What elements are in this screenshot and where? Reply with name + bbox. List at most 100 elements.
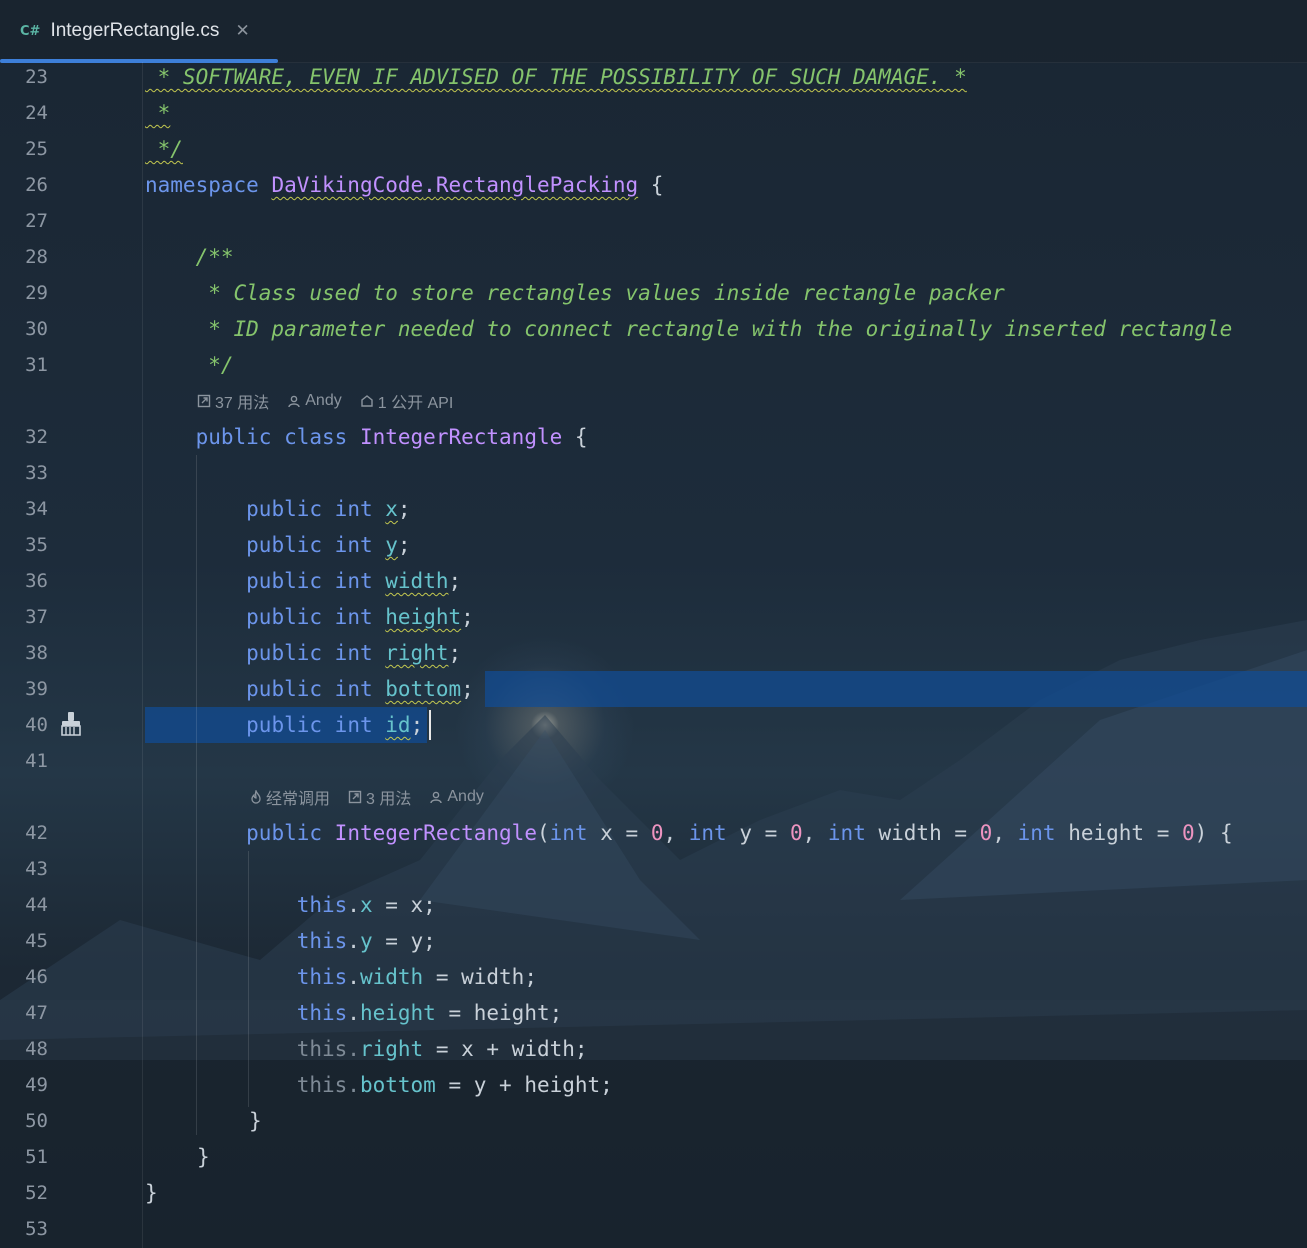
- csharp-icon: C#: [20, 23, 41, 39]
- author-hint[interactable]: Andy: [287, 392, 342, 410]
- code-line[interactable]: 23 * SOFTWARE, EVEN IF ADVISED OF THE PO…: [0, 59, 1307, 95]
- code-text: this.height = height;: [296, 1001, 563, 1025]
- code-line[interactable]: 26 namespace DaVikingCode.RectanglePacki…: [0, 167, 1307, 203]
- keyword: public: [246, 497, 323, 521]
- code-line[interactable]: 39 public int bottom;: [0, 671, 1307, 707]
- keyword: public: [246, 677, 323, 701]
- line-number: 28: [25, 246, 48, 268]
- code-line[interactable]: 40 public int id;: [0, 707, 1307, 743]
- field-name: right: [385, 641, 449, 665]
- code-line[interactable]: 42 public IntegerRectangle(int x = 0, in…: [0, 815, 1307, 851]
- param-name: y: [739, 821, 753, 845]
- author-hint[interactable]: Andy: [429, 788, 484, 806]
- keyword: this: [296, 893, 348, 917]
- param-name: height: [1068, 821, 1145, 845]
- keyword: this: [296, 1073, 348, 1097]
- operator: =: [612, 821, 651, 845]
- comma: ,: [992, 821, 1018, 845]
- code-line[interactable]: 50 }: [0, 1103, 1307, 1139]
- operator: =: [941, 821, 980, 845]
- keyword: public: [246, 605, 323, 629]
- code-line[interactable]: 44 this.x = x;: [0, 887, 1307, 923]
- code-line[interactable]: 29 * Class used to store rectangles valu…: [0, 275, 1307, 311]
- api-hint[interactable]: 1 公开 API: [360, 389, 453, 413]
- line-number: 43: [25, 858, 48, 880]
- author-icon: [288, 395, 300, 408]
- code-line[interactable]: 48 this.right = x + width;: [0, 1031, 1307, 1067]
- code-line[interactable]: 45 this.y = y;: [0, 923, 1307, 959]
- code-line[interactable]: 31 */: [0, 347, 1307, 383]
- line-number: 26: [25, 174, 48, 196]
- code-line[interactable]: 38 public int right;: [0, 635, 1307, 671]
- keyword: int: [1017, 821, 1056, 845]
- file-tab[interactable]: C# IntegerRectangle.cs ✕: [0, 0, 278, 63]
- code-line[interactable]: 36 public int width;: [0, 563, 1307, 599]
- code-line[interactable]: 33: [0, 455, 1307, 491]
- code-text: */: [145, 353, 234, 377]
- usages-hint[interactable]: 37 用法: [197, 389, 269, 413]
- field-name: bottom: [385, 677, 462, 701]
- code-line[interactable]: 41: [0, 743, 1307, 779]
- line-number: 50: [25, 1110, 48, 1132]
- code-text: public int y;: [246, 533, 411, 557]
- code-line[interactable]: 52 }: [0, 1175, 1307, 1211]
- assignment: = height;: [435, 1001, 563, 1025]
- editor-tab-bar: C# IntegerRectangle.cs ✕: [0, 0, 1307, 63]
- code-line[interactable]: 46 this.width = width;: [0, 959, 1307, 995]
- assignment: = x + width;: [423, 1037, 588, 1061]
- number: 0: [789, 821, 803, 845]
- code-line[interactable]: 37 public int height;: [0, 599, 1307, 635]
- brush-icon[interactable]: [58, 711, 84, 737]
- code-line[interactable]: 47 this.height = height;: [0, 995, 1307, 1031]
- operator: =: [1144, 821, 1182, 845]
- code-line[interactable]: 30 * ID parameter needed to connect rect…: [0, 311, 1307, 347]
- code-line[interactable]: 43: [0, 851, 1307, 887]
- namespace-name: DaVikingCode.RectanglePacking: [271, 173, 638, 197]
- line-number: 24: [25, 102, 48, 124]
- code-line[interactable]: 32 public class IntegerRectangle {: [0, 419, 1307, 455]
- assignment: = y;: [372, 929, 436, 953]
- keyword: public: [246, 641, 323, 665]
- brace: {: [638, 173, 664, 197]
- line-number: 38: [25, 642, 48, 664]
- keyword: this: [296, 1037, 348, 1061]
- line-number: 23: [25, 66, 48, 88]
- field-name: height: [385, 605, 462, 629]
- number: 0: [1182, 821, 1195, 845]
- code-line[interactable]: 24 *: [0, 95, 1307, 131]
- code-line[interactable]: 35 public int y;: [0, 527, 1307, 563]
- code-line[interactable]: 27: [0, 203, 1307, 239]
- code-text: public IntegerRectangle(int x = 0, int y…: [145, 815, 1232, 851]
- line-number: 45: [25, 930, 48, 952]
- line-number: 52: [25, 1182, 48, 1204]
- code-line[interactable]: 28 /**: [0, 239, 1307, 275]
- line-number: 35: [25, 534, 48, 556]
- keyword: class: [284, 425, 348, 449]
- code-line[interactable]: 51 }: [0, 1139, 1307, 1175]
- field-name: id: [385, 713, 411, 737]
- code-line[interactable]: 53: [0, 1211, 1307, 1247]
- line-number: 34: [25, 498, 48, 520]
- code-vision-hint: 37 用法 Andy 1 公开 API: [197, 388, 453, 414]
- keyword: int: [334, 569, 373, 593]
- code-line[interactable]: 34 public int x;: [0, 491, 1307, 527]
- code-text: }: [145, 1181, 158, 1205]
- comma: ,: [663, 821, 689, 845]
- hot-icon: [251, 790, 261, 804]
- usages-hint[interactable]: 3 用法: [348, 785, 411, 809]
- param-name: width: [878, 821, 942, 845]
- close-icon[interactable]: ✕: [235, 21, 249, 41]
- namespace-dot: .: [423, 173, 436, 197]
- field-name: y: [359, 929, 373, 953]
- hot-hint[interactable]: 经常调用: [250, 785, 330, 809]
- code-line[interactable]: 49 this.bottom = y + height;: [0, 1067, 1307, 1103]
- keyword: public: [246, 533, 323, 557]
- hot-label: 经常调用: [266, 791, 331, 808]
- code-text: this.bottom = y + height;: [296, 1073, 613, 1097]
- line-number: 33: [25, 462, 48, 484]
- line-number: 37: [25, 606, 48, 628]
- field-name: width: [385, 569, 449, 593]
- code-line[interactable]: 25 */: [0, 131, 1307, 167]
- code-text: public int bottom;: [246, 677, 474, 701]
- line-number: 51: [25, 1146, 48, 1168]
